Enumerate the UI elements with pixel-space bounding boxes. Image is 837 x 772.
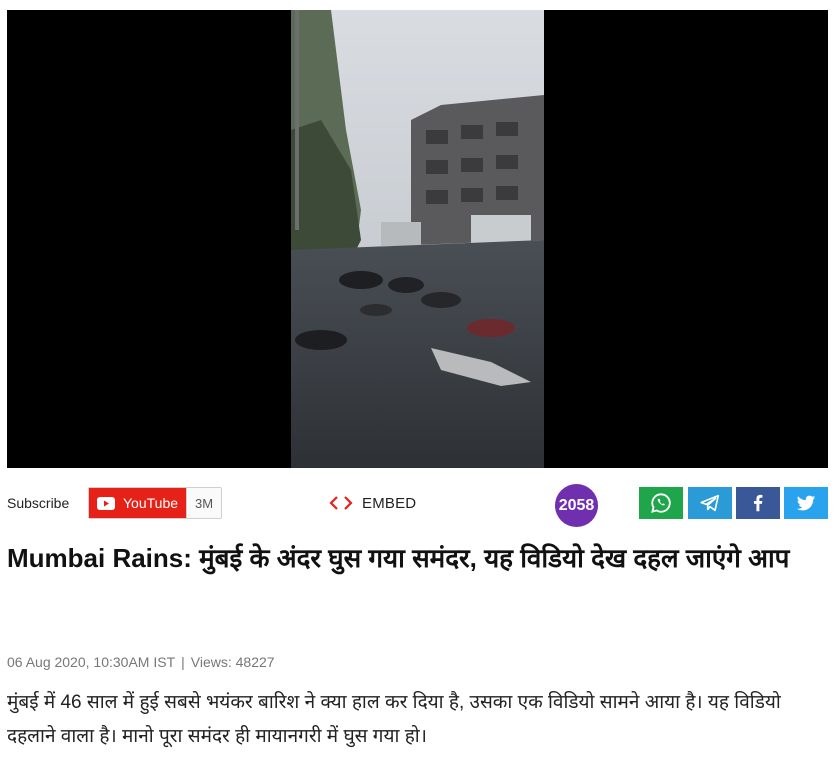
subscribe-label: Subscribe [7, 495, 70, 511]
telegram-icon [700, 494, 720, 512]
share-count-badge: 2058 [555, 484, 598, 527]
youtube-subscribe-button[interactable]: YouTube [89, 488, 187, 518]
twitter-icon [796, 495, 816, 511]
video-player[interactable] [7, 10, 828, 468]
twitter-share-button[interactable] [784, 487, 828, 519]
whatsapp-share-button[interactable] [639, 487, 683, 519]
article-summary: मुंबई में 46 साल में हुई सबसे भयंकर बारि… [7, 692, 781, 747]
embed-button[interactable]: EMBED [329, 494, 416, 512]
view-count: Views: 48227 [190, 654, 275, 670]
telegram-share-button[interactable] [688, 487, 732, 519]
facebook-share-button[interactable] [736, 487, 780, 519]
flooded-street-video-frame [291, 10, 544, 468]
meta-separator: | [181, 654, 185, 670]
whatsapp-icon [651, 493, 671, 513]
embed-label: EMBED [362, 494, 417, 512]
youtube-play-icon [97, 496, 115, 510]
youtube-subscribe-widget[interactable]: YouTube 3M [88, 487, 223, 519]
article-meta: 06 Aug 2020, 10:30AM IST | Views: 48227 [7, 654, 275, 670]
facebook-icon [753, 494, 763, 512]
video-toolbar: Subscribe YouTube 3M EMBED 2058 [7, 484, 828, 527]
code-icon [329, 496, 353, 510]
publish-date: 06 Aug 2020, 10:30AM IST [7, 654, 176, 670]
video-frame[interactable] [291, 10, 544, 468]
article-headline: Mumbai Rains: मुंबई के अंदर घुस गया समंद… [7, 543, 790, 573]
youtube-label: YouTube [123, 495, 179, 511]
youtube-subscriber-count: 3M [186, 488, 222, 518]
